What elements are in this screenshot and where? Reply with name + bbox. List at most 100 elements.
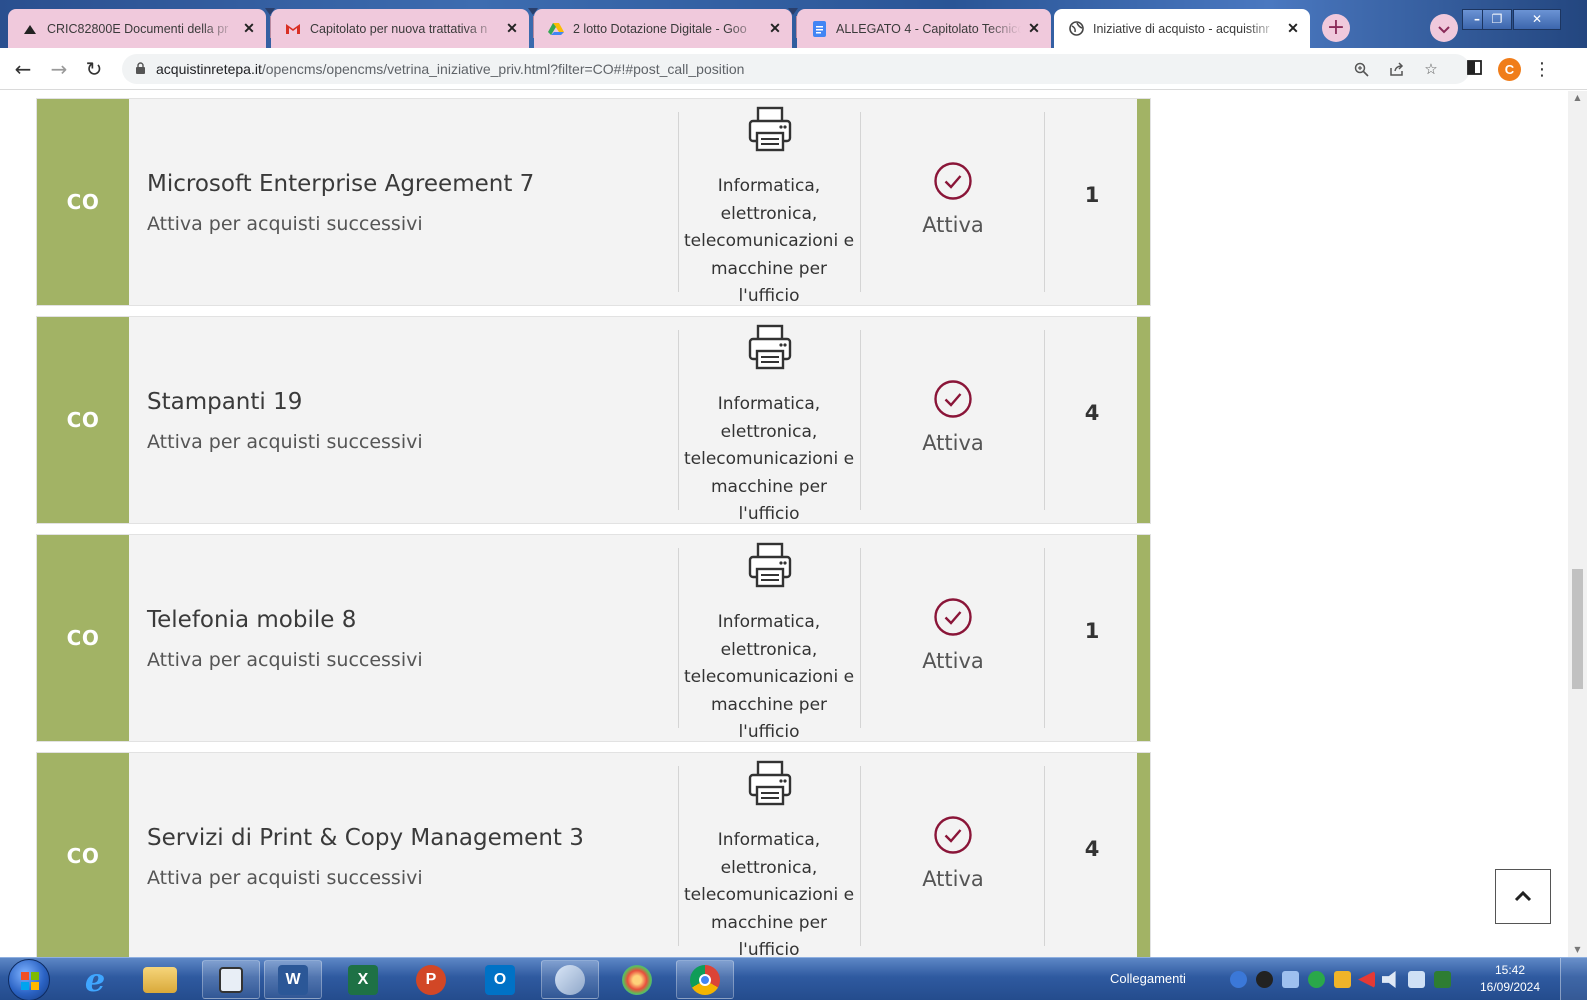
- printer-icon: [748, 542, 792, 588]
- powerpoint-icon: P: [416, 964, 446, 995]
- close-icon[interactable]: ✕: [1286, 20, 1300, 37]
- security-icon[interactable]: [1334, 971, 1351, 988]
- initiative-name[interactable]: Servizi di Print & Copy Management 3: [147, 825, 584, 851]
- taskbar-app[interactable]: [608, 960, 666, 999]
- tab-search-button[interactable]: [1430, 14, 1458, 42]
- display-icon[interactable]: [1408, 971, 1425, 988]
- links-toolbar-label[interactable]: Collegamenti: [1110, 971, 1186, 986]
- taskbar-app[interactable]: [202, 960, 260, 999]
- back-button[interactable]: ←: [10, 57, 36, 81]
- check-circle-icon: [934, 816, 972, 854]
- status-label: Attiva: [922, 431, 984, 455]
- share-icon[interactable]: [1388, 60, 1406, 78]
- bitdefender-icon[interactable]: [1256, 971, 1273, 988]
- chevron-up-icon: [1514, 887, 1532, 906]
- restore-button[interactable]: ❐: [1482, 9, 1512, 30]
- printer-icon: [748, 324, 792, 370]
- scrollbar-thumb[interactable]: [1572, 569, 1583, 689]
- show-desktop-button[interactable]: [1560, 958, 1587, 1000]
- volume-icon[interactable]: [1382, 971, 1396, 988]
- start-button[interactable]: [8, 959, 50, 1000]
- url-path: /opencms/opencms/vetrina_iniziative_priv…: [261, 61, 745, 77]
- taskbar-app[interactable]: [541, 960, 599, 999]
- taskbar-app[interactable]: [676, 960, 734, 999]
- window-close-button[interactable]: ✕: [1513, 9, 1561, 30]
- lot-count: 4: [1084, 837, 1100, 861]
- initiative-name[interactable]: Telefonia mobile 8: [147, 607, 356, 633]
- new-tab-button[interactable]: +: [1322, 14, 1350, 42]
- type-badge: CO: [37, 317, 129, 523]
- address-bar[interactable]: acquistinretepa.it/opencms/opencms/vetri…: [122, 54, 1470, 84]
- initiative-name[interactable]: Microsoft Enterprise Agreement 7: [147, 171, 534, 197]
- tab-title: ALLEGATO 4 - Capitolato Tecnico: [836, 21, 1021, 36]
- device-icon[interactable]: [1282, 971, 1299, 988]
- status-label: Attiva: [922, 213, 984, 237]
- check-circle-icon: [934, 598, 972, 636]
- back-to-top-button[interactable]: [1495, 869, 1551, 924]
- profile-button[interactable]: C: [1498, 57, 1521, 81]
- close-icon[interactable]: ✕: [1027, 20, 1041, 37]
- lot-count: 4: [1084, 401, 1100, 425]
- browser-tab[interactable]: ALLEGATO 4 - Capitolato Tecnico ✕: [797, 9, 1051, 48]
- initiatives-list: CO Microsoft Enterprise Agreement 7 Atti…: [0, 91, 1568, 957]
- category-label: Informatica, elettronica, telecomunicazi…: [683, 394, 855, 524]
- category-label: Informatica, elettronica, telecomunicazi…: [683, 612, 855, 742]
- card-accent-bar: [1137, 753, 1150, 957]
- initiative-card[interactable]: CO Telefonia mobile 8 Attiva per acquist…: [37, 535, 1150, 742]
- docs-icon: [811, 20, 827, 37]
- drive-icon: [548, 21, 564, 37]
- browser-tab[interactable]: CRIC82800E Documenti della pr ✕: [8, 9, 266, 48]
- gmail-icon: [285, 21, 301, 37]
- column-divider: [1044, 112, 1045, 292]
- initiative-card[interactable]: CO Servizi di Print & Copy Management 3 …: [37, 753, 1150, 957]
- globe-icon: [1068, 21, 1084, 37]
- initiative-name[interactable]: Stampanti 19: [147, 389, 302, 415]
- network-icon[interactable]: [1230, 971, 1247, 988]
- notepad-icon: [219, 966, 243, 993]
- initiative-card[interactable]: CO Stampanti 19 Attiva per acquisti succ…: [37, 317, 1150, 524]
- vertical-scrollbar[interactable]: ▲ ▼: [1568, 91, 1587, 957]
- windows-taskbar: e W X P O Collegamenti 15:42 16/09/2024: [0, 957, 1587, 1000]
- reload-icon: ↻: [85, 57, 103, 81]
- sync-icon[interactable]: [1308, 971, 1325, 988]
- scroll-down-arrow-icon[interactable]: ▼: [1568, 943, 1587, 957]
- browser-menu-button[interactable]: ⋮: [1533, 58, 1551, 80]
- column-divider: [860, 112, 861, 292]
- taskbar-app[interactable]: e: [66, 960, 124, 999]
- forward-button[interactable]: →: [46, 57, 72, 81]
- tab-title: CRIC82800E Documenti della pr: [47, 21, 229, 36]
- close-icon[interactable]: ✕: [505, 20, 519, 37]
- taskbar-app[interactable]: X: [334, 960, 392, 999]
- browser-tab[interactable]: Capitolato per nuova trattativa n ✕: [271, 9, 529, 48]
- outlook-icon: O: [485, 964, 515, 995]
- paint-icon: [622, 964, 652, 995]
- column-divider: [1044, 548, 1045, 728]
- internet-explorer-icon: e: [84, 960, 106, 999]
- zoom-icon[interactable]: [1352, 60, 1370, 78]
- close-icon[interactable]: ✕: [242, 20, 256, 37]
- status-label: Attiva: [922, 649, 984, 673]
- battery-icon[interactable]: [1434, 971, 1451, 988]
- taskbar-app[interactable]: O: [471, 960, 529, 999]
- reload-button[interactable]: ↻: [81, 57, 107, 81]
- snipping-tool-icon: [555, 964, 585, 995]
- url-text[interactable]: acquistinretepa.it/opencms/opencms/vetri…: [156, 61, 744, 77]
- taskbar-app[interactable]: [131, 960, 189, 999]
- taskbar-app[interactable]: P: [402, 960, 460, 999]
- browser-tab[interactable]: 2 lotto Dotazione Digitale - Goo ✕: [534, 9, 792, 48]
- close-icon[interactable]: ✕: [768, 20, 782, 37]
- type-badge: CO: [37, 753, 129, 957]
- bookmark-star-icon[interactable]: ☆: [1422, 60, 1440, 78]
- category-label: Informatica, elettronica, telecomunicazi…: [683, 830, 855, 957]
- card-accent-bar: [1137, 535, 1150, 741]
- side-panel-button[interactable]: [1465, 58, 1483, 80]
- taskbar-app[interactable]: W: [264, 960, 322, 999]
- browser-tab-active[interactable]: Iniziative di acquisto - acquistinr ✕: [1054, 9, 1310, 48]
- scroll-up-arrow-icon[interactable]: ▲: [1568, 91, 1587, 105]
- flag-icon[interactable]: [1358, 971, 1375, 988]
- printer-icon: [748, 106, 792, 152]
- printer-icon: [748, 760, 792, 806]
- system-clock[interactable]: 15:42 16/09/2024: [1470, 962, 1550, 996]
- card-accent-bar: [1137, 317, 1150, 523]
- initiative-card[interactable]: CO Microsoft Enterprise Agreement 7 Atti…: [37, 99, 1150, 306]
